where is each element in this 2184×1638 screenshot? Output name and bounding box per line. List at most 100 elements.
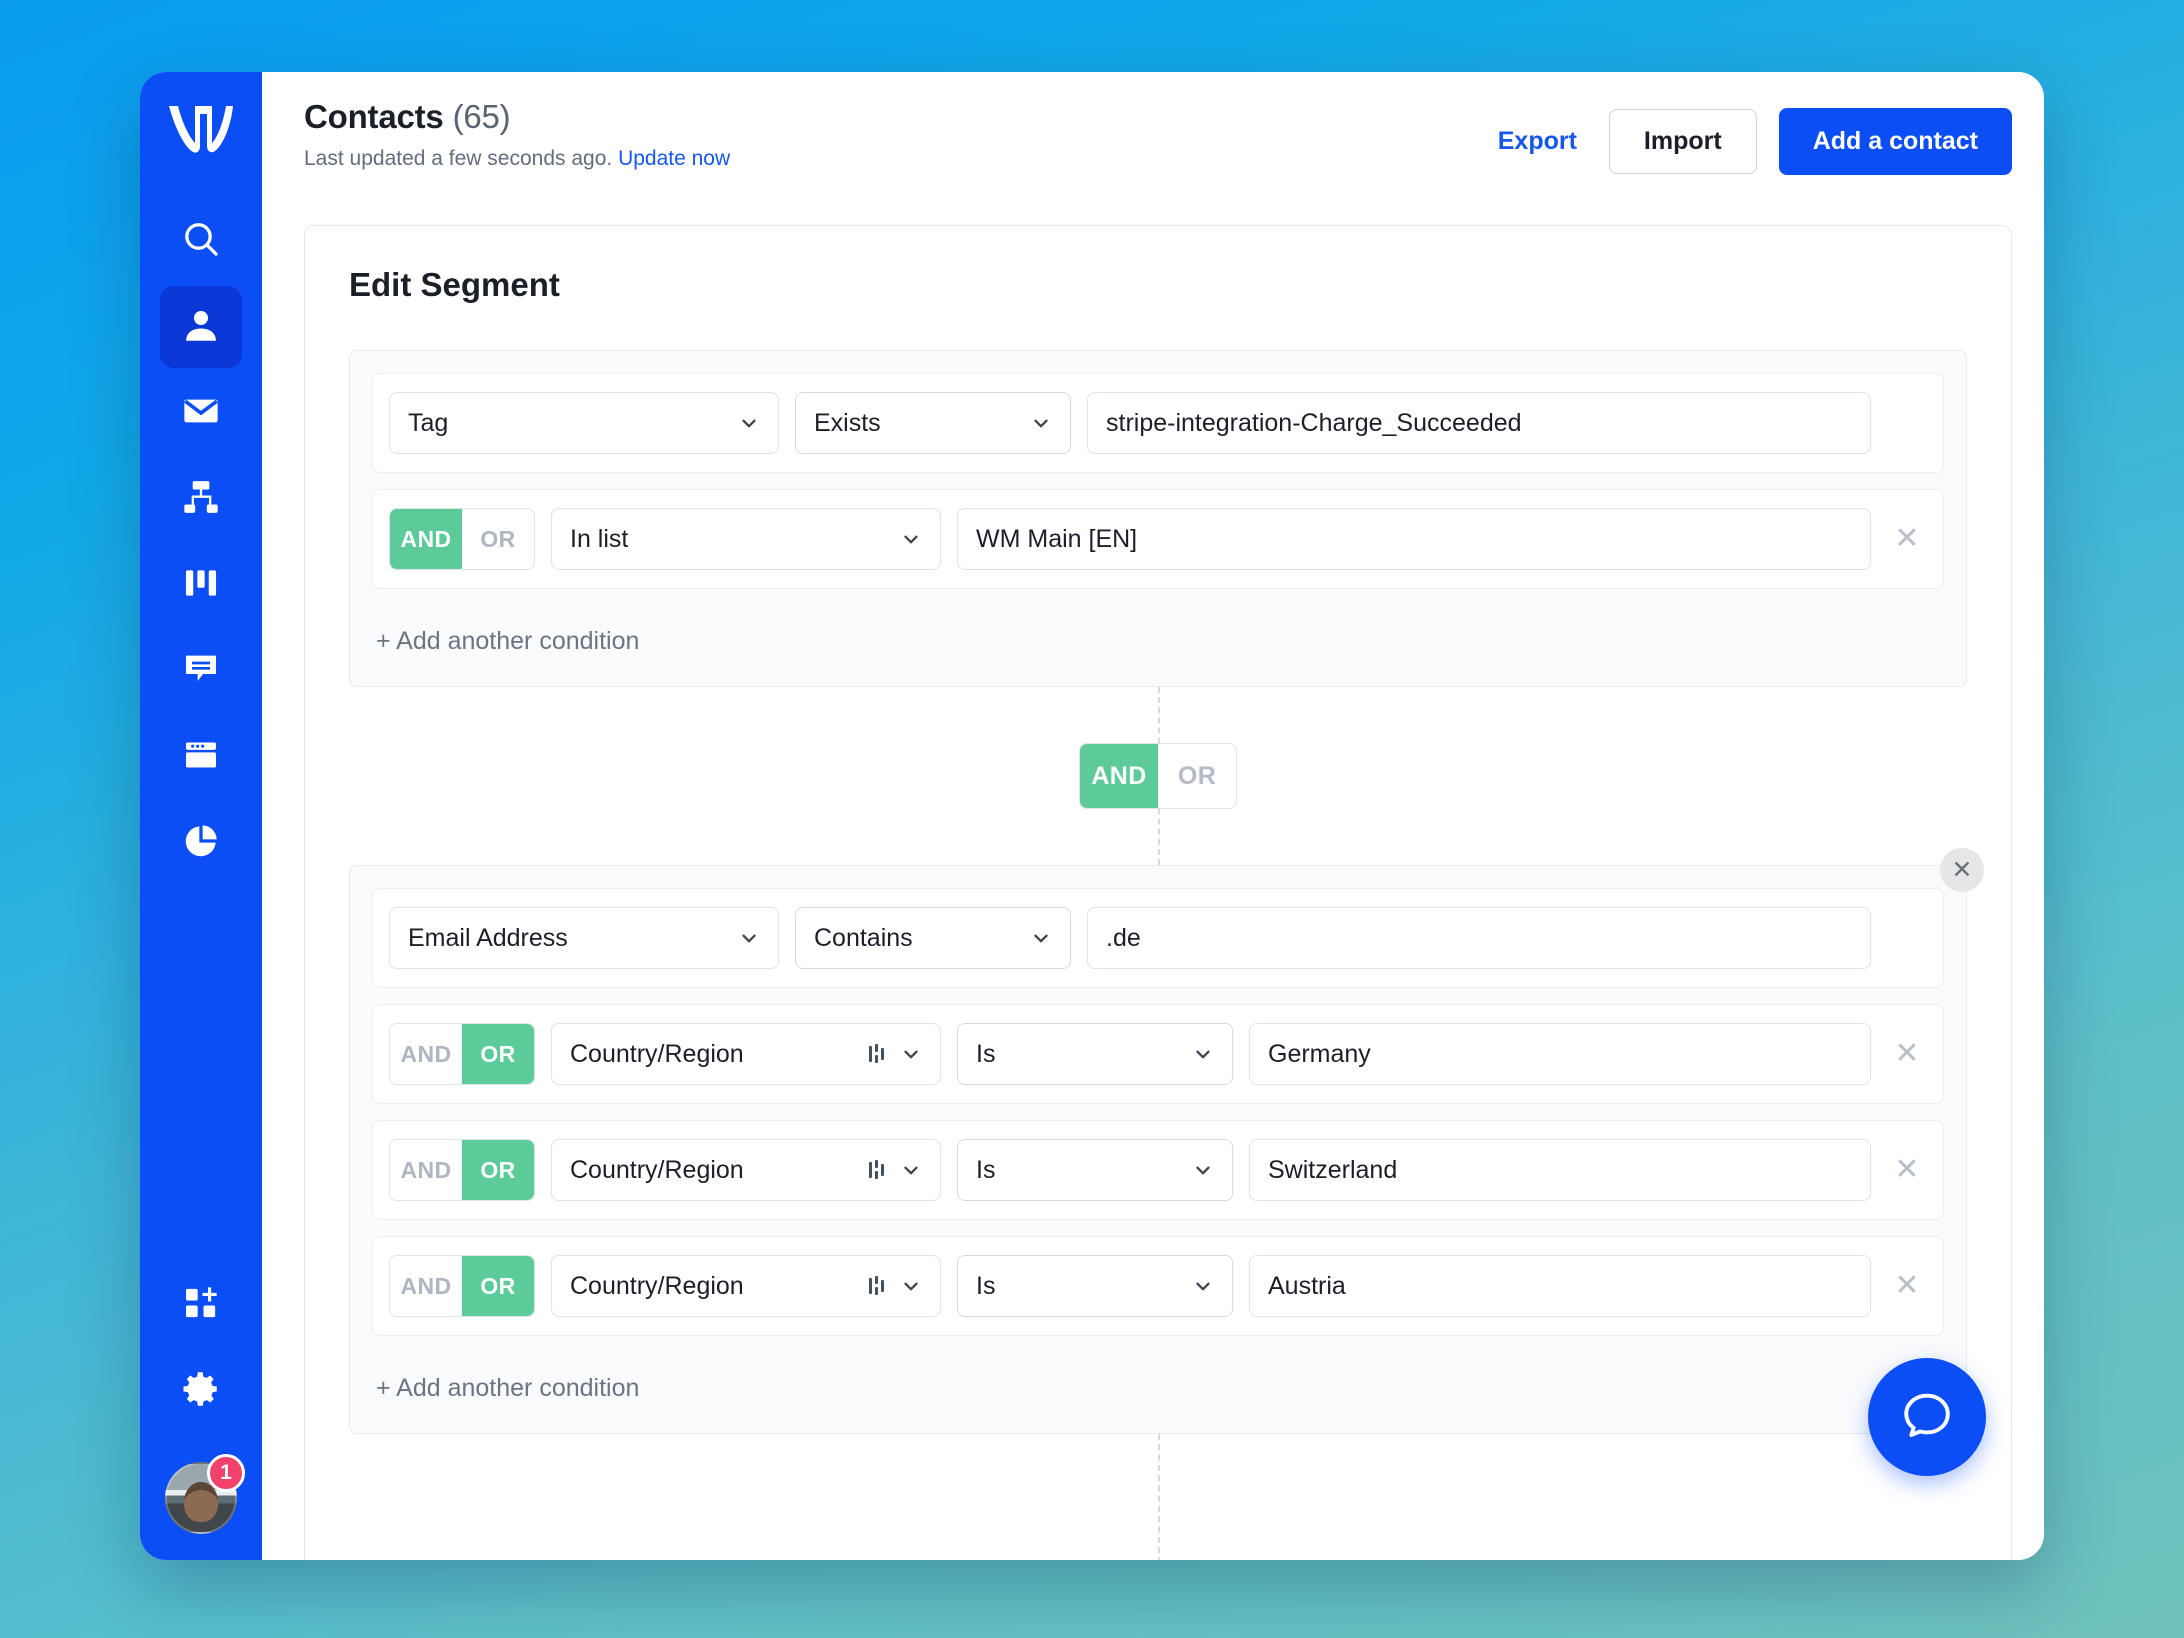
condition-field-select-value: Tag bbox=[408, 408, 449, 437]
condition-join-toggle[interactable]: AND OR bbox=[389, 1255, 535, 1317]
condition-field-select[interactable]: Country/Region bbox=[551, 1139, 941, 1201]
condition-join-toggle[interactable]: AND OR bbox=[389, 1139, 535, 1201]
chevron-down-icon bbox=[1192, 1043, 1214, 1065]
condition-value-input[interactable]: WM Main [EN] bbox=[957, 508, 1871, 570]
group-and-option[interactable]: AND bbox=[1080, 744, 1158, 808]
workflow-icon bbox=[181, 477, 221, 522]
condition-field-select[interactable]: Email Address bbox=[389, 907, 779, 969]
add-contact-button[interactable]: Add a contact bbox=[1778, 108, 2012, 175]
import-button[interactable]: Import bbox=[1608, 109, 1757, 174]
avatar[interactable]: 1 bbox=[165, 1454, 245, 1534]
notification-badge: 1 bbox=[207, 1454, 245, 1492]
chevron-down-icon bbox=[1030, 927, 1052, 949]
chevron-down-icon bbox=[900, 1159, 922, 1181]
condition-value-input[interactable]: Switzerland bbox=[1249, 1139, 1871, 1201]
remove-condition-button[interactable]: ✕ bbox=[1887, 1039, 1927, 1069]
and-option[interactable]: AND bbox=[390, 509, 462, 569]
connector-line bbox=[1158, 1434, 1160, 1560]
condition-field-select[interactable]: Country/Region bbox=[551, 1023, 941, 1085]
person-icon bbox=[180, 304, 222, 351]
sidebar-item-reports[interactable] bbox=[160, 802, 242, 884]
chat-icon bbox=[181, 649, 221, 694]
remove-group-button[interactable]: ✕ bbox=[1940, 848, 1984, 892]
and-option[interactable]: AND bbox=[390, 1024, 462, 1084]
page-title-text: Contacts bbox=[304, 98, 444, 135]
condition-operator-select[interactable]: Is bbox=[957, 1139, 1233, 1201]
update-now-link[interactable]: Update now bbox=[618, 147, 730, 170]
sidebar-item-conversations[interactable] bbox=[160, 630, 242, 712]
attribute-type-icon bbox=[868, 1159, 888, 1181]
condition-field-select[interactable]: In list bbox=[551, 508, 941, 570]
condition-field-select[interactable]: Country/Region bbox=[551, 1255, 941, 1317]
last-updated-label: Last updated a few seconds ago. bbox=[304, 147, 613, 170]
search-icon bbox=[181, 219, 221, 264]
condition-row: AND OR Country/Region Is Switzerland ✕ bbox=[372, 1120, 1944, 1220]
sidebar-item-contacts[interactable] bbox=[160, 286, 242, 368]
condition-operator-select[interactable]: Is bbox=[957, 1255, 1233, 1317]
edit-segment-card: Edit Segment Tag Exists stripe-integration… bbox=[304, 225, 2012, 1560]
sidebar-item-search[interactable] bbox=[160, 200, 242, 282]
sidebar-item-campaigns[interactable] bbox=[160, 372, 242, 454]
remove-condition-button[interactable]: ✕ bbox=[1887, 524, 1927, 554]
or-option[interactable]: OR bbox=[462, 1140, 534, 1200]
condition-value-input-value: Austria bbox=[1268, 1271, 1346, 1300]
condition-value-input[interactable]: Germany bbox=[1249, 1023, 1871, 1085]
logo-w[interactable] bbox=[163, 94, 239, 166]
remove-condition-button[interactable]: ✕ bbox=[1887, 1155, 1927, 1185]
condition-value-input[interactable]: stripe-integration-Charge_Succeeded bbox=[1087, 392, 1871, 454]
condition-operator-select-value: Is bbox=[976, 1039, 996, 1068]
window-icon bbox=[181, 735, 221, 780]
group-join-toggle[interactable]: AND OR bbox=[1079, 743, 1237, 809]
condition-group: ✕ Email Address Contains .de AND OR Country/Re… bbox=[349, 848, 1984, 1434]
or-option[interactable]: OR bbox=[462, 1256, 534, 1316]
contacts-count: (65) bbox=[452, 98, 511, 135]
apps-add-icon bbox=[181, 1283, 221, 1328]
and-option[interactable]: AND bbox=[390, 1256, 462, 1316]
sidebar-item-boards[interactable] bbox=[160, 544, 242, 626]
sidebar-item-apps[interactable] bbox=[160, 1264, 242, 1346]
attribute-type-icon bbox=[868, 1275, 888, 1297]
sidebar-item-workflows[interactable] bbox=[160, 458, 242, 540]
condition-operator-select[interactable]: Exists bbox=[795, 392, 1071, 454]
and-option[interactable]: AND bbox=[390, 1140, 462, 1200]
sidebar: 1 bbox=[140, 72, 262, 1560]
envelope-icon bbox=[180, 390, 222, 437]
app-window: 1 Contacts (65) Last updated a few secon… bbox=[140, 72, 2044, 1560]
condition-operator-select-value: Is bbox=[976, 1155, 996, 1184]
condition-operator-select-value: Contains bbox=[814, 923, 913, 952]
condition-field-select[interactable]: Tag bbox=[389, 392, 779, 454]
chevron-down-icon bbox=[900, 1275, 922, 1297]
add-condition-button[interactable]: + Add another condition bbox=[372, 605, 643, 686]
condition-value-input-value: Switzerland bbox=[1268, 1155, 1398, 1184]
condition-field-select-value: Country/Region bbox=[570, 1039, 744, 1068]
condition-field-select-value: Country/Region bbox=[570, 1271, 744, 1300]
or-option[interactable]: OR bbox=[462, 1024, 534, 1084]
export-button[interactable]: Export bbox=[1488, 121, 1587, 162]
condition-value-input[interactable]: Austria bbox=[1249, 1255, 1871, 1317]
condition-value-input[interactable]: .de bbox=[1087, 907, 1871, 969]
condition-row: AND OR Country/Region Is Austria ✕ bbox=[372, 1236, 1944, 1336]
condition-operator-select-value: Is bbox=[976, 1271, 996, 1300]
sidebar-item-pages[interactable] bbox=[160, 716, 242, 798]
condition-operator-select[interactable]: Contains bbox=[795, 907, 1071, 969]
condition-groups: Tag Exists stripe-integration-Charge_Succe… bbox=[349, 350, 1984, 1560]
condition-row: AND OR In list WM Main [EN] ✕ bbox=[372, 489, 1944, 589]
add-condition-button[interactable]: + Add another condition bbox=[372, 1352, 643, 1433]
condition-join-toggle[interactable]: AND OR bbox=[389, 1023, 535, 1085]
condition-operator-select-value: Exists bbox=[814, 408, 881, 437]
condition-row: Email Address Contains .de bbox=[372, 888, 1944, 988]
page-heading-block: Contacts (65) Last updated a few seconds… bbox=[304, 98, 730, 171]
chevron-down-icon bbox=[1192, 1275, 1214, 1297]
or-option[interactable]: OR bbox=[462, 509, 534, 569]
pie-chart-icon bbox=[181, 821, 221, 866]
topbar: Contacts (65) Last updated a few seconds… bbox=[262, 72, 2044, 175]
remove-condition-button[interactable]: ✕ bbox=[1887, 1271, 1927, 1301]
condition-operator-select[interactable]: Is bbox=[957, 1023, 1233, 1085]
chevron-down-icon bbox=[900, 528, 922, 550]
help-chat-button[interactable] bbox=[1868, 1358, 1986, 1476]
condition-join-toggle[interactable]: AND OR bbox=[389, 508, 535, 570]
group-or-option[interactable]: OR bbox=[1158, 744, 1236, 808]
sidebar-item-settings[interactable] bbox=[160, 1350, 242, 1432]
chevron-down-icon bbox=[1030, 412, 1052, 434]
bottom-connector bbox=[349, 1434, 1967, 1560]
